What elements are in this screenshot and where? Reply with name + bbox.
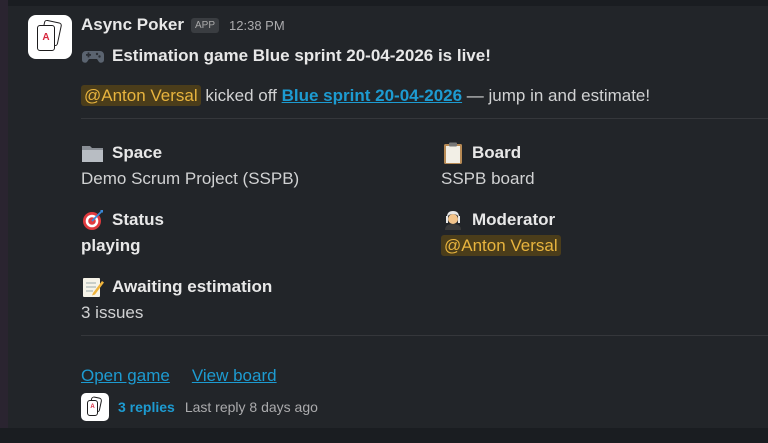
title-text: Estimation game Blue sprint 20-04-2026 i… <box>112 46 491 65</box>
message-time[interactable]: 12:38 PM <box>229 18 285 33</box>
slack-window: A Async Poker APP 12:38 PM Estimation ga… <box>0 0 768 443</box>
bot-name[interactable]: Async Poker <box>81 15 184 35</box>
action-links: Open game View board <box>81 366 277 386</box>
bottom-edge <box>0 428 768 443</box>
awaiting-value: 3 issues <box>81 303 144 322</box>
avatar-letter: A <box>42 32 50 43</box>
message-title: Estimation game Blue sprint 20-04-2026 i… <box>81 45 491 67</box>
game-controller-icon <box>81 45 105 67</box>
intro-text-end: — jump in and estimate! <box>462 86 651 105</box>
thread-summary[interactable]: A 3 replies Last reply 8 days ago <box>81 392 318 422</box>
board-label: Board <box>472 143 522 162</box>
intro-text: kicked off <box>200 86 282 105</box>
memo-icon <box>81 276 105 298</box>
space-value: Demo Scrum Project (SSPB) <box>81 169 300 188</box>
moderator-label: Moderator <box>472 210 556 229</box>
app-badge: APP <box>191 17 220 33</box>
field-moderator: Moderator @Anton Versal <box>441 209 561 256</box>
bot-avatar[interactable]: A <box>28 15 72 59</box>
view-board-link[interactable]: View board <box>192 366 277 386</box>
clipboard-icon <box>441 142 465 164</box>
field-board: Board SSPB board <box>441 142 535 189</box>
replier-avatar: A <box>81 393 109 421</box>
field-space: Space Demo Scrum Project (SSPB) <box>81 142 299 189</box>
sidebar-edge <box>0 0 8 443</box>
card-front-icon: A <box>37 25 55 51</box>
board-value: SSPB board <box>441 169 535 188</box>
divider-top <box>81 118 768 119</box>
target-icon <box>81 209 105 231</box>
open-game-link[interactable]: Open game <box>81 366 170 386</box>
awaiting-label: Awaiting estimation <box>112 277 273 296</box>
field-awaiting: Awaiting estimation 3 issues <box>81 276 272 323</box>
moderator-mention[interactable]: @Anton Versal <box>441 235 561 256</box>
judge-icon <box>441 209 465 231</box>
status-label: Status <box>112 210 164 229</box>
mini-avatar-letter: A <box>90 404 95 410</box>
reply-count[interactable]: 3 replies <box>118 399 175 415</box>
space-label: Space <box>112 143 163 162</box>
moderator-value: @Anton Versal <box>441 235 561 256</box>
last-reply: Last reply 8 days ago <box>184 399 318 415</box>
bot-message: A Async Poker APP 12:38 PM Estimation ga… <box>8 6 768 428</box>
message-header: Async Poker APP 12:38 PM <box>81 14 285 36</box>
field-status: Status playing <box>81 209 164 256</box>
status-value: playing <box>81 236 141 255</box>
intro-line: @Anton Versal kicked off Blue sprint 20-… <box>81 85 651 106</box>
divider-bottom <box>81 335 768 336</box>
user-mention[interactable]: @Anton Versal <box>81 85 201 106</box>
sprint-link[interactable]: Blue sprint 20-04-2026 <box>282 86 462 105</box>
folder-icon <box>81 142 105 164</box>
card-front-icon: A <box>87 400 98 416</box>
